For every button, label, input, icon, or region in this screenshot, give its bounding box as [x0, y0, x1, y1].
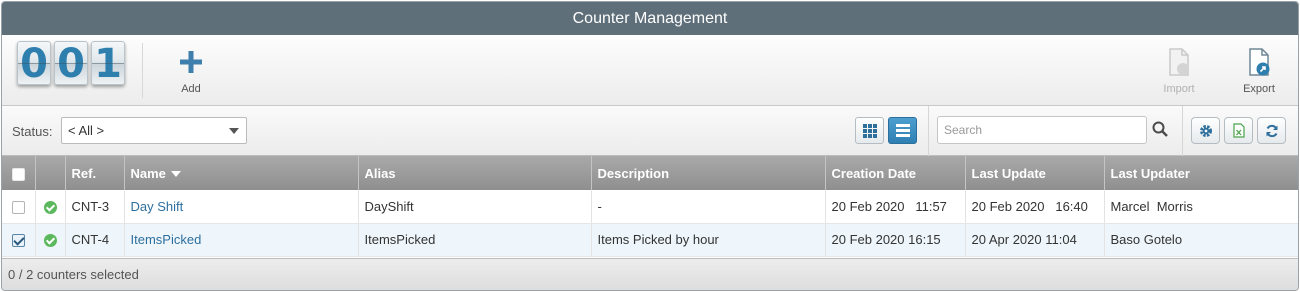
import-file-icon [1169, 48, 1189, 76]
grid-view-button[interactable] [855, 117, 884, 144]
row-checkbox[interactable] [11, 200, 25, 214]
window-title: Counter Management [2, 2, 1298, 35]
select-all-header[interactable] [2, 156, 36, 190]
table-row[interactable]: CNT-3 Day Shift DayShift - 20 Feb 2020 1… [2, 190, 1298, 224]
filter-divider [928, 106, 929, 156]
row-select-cell[interactable] [2, 223, 36, 257]
export-file-icon [1249, 48, 1270, 76]
counter-management-window: Counter Management 0 0 1 Add Import Expo… [1, 1, 1299, 291]
filter-bar: Status: < All > [2, 106, 1298, 156]
last-updater-cell: Baso Gotelo [1104, 223, 1298, 257]
status-filter-value: < All > [68, 123, 105, 138]
last-updater-cell: Marcel Morris [1104, 190, 1298, 224]
creation-date-column-header[interactable]: Creation Date [825, 156, 966, 190]
creation-date-cell: 20 Feb 2020 11:57 [825, 190, 966, 224]
sort-desc-icon [170, 171, 181, 178]
status-column-header [35, 156, 66, 190]
gear-icon [1199, 124, 1212, 137]
plus-icon [180, 51, 202, 73]
excel-export-button[interactable] [1224, 117, 1253, 144]
selection-status-bar: 0 / 2 counters selected [2, 258, 1298, 290]
chevron-down-icon [229, 128, 239, 134]
creation-date-cell: 20 Feb 2020 16:15 [825, 223, 966, 257]
description-cell: - [591, 190, 826, 224]
last-updater-column-header[interactable]: Last Updater [1104, 156, 1298, 190]
import-button[interactable]: Import [1149, 47, 1209, 95]
ref-header-label: Ref. [71, 165, 97, 181]
row-select-cell[interactable] [2, 190, 36, 224]
description-cell: Items Picked by hour [591, 223, 826, 257]
name-cell[interactable]: ItemsPicked [124, 223, 359, 257]
alias-cell: DayShift [358, 190, 592, 224]
excel-file-icon [1232, 123, 1245, 138]
description-column-header[interactable]: Description [591, 156, 826, 190]
search-icon[interactable] [1152, 121, 1168, 137]
counter-name-link[interactable]: ItemsPicked [131, 232, 202, 247]
name-cell[interactable]: Day Shift [124, 190, 359, 224]
list-view-button[interactable] [888, 117, 917, 144]
grid-icon [862, 123, 877, 138]
selection-count-text: 0 / 2 counters selected [8, 267, 139, 282]
toolbar-divider [142, 43, 143, 98]
logo-digit: 1 [91, 41, 125, 85]
add-label: Add [181, 83, 201, 95]
table-row[interactable]: CNT-4 ItemsPicked ItemsPicked Items Pick… [2, 223, 1298, 257]
last-update-column-header[interactable]: Last Update [965, 156, 1105, 190]
settings-button[interactable] [1191, 117, 1220, 144]
name-header-label: Name [130, 165, 166, 181]
last-update-cell: 20 Feb 2020 16:40 [965, 190, 1105, 224]
row-status-cell [35, 190, 66, 224]
add-button[interactable]: Add [161, 47, 221, 95]
refresh-icon [1266, 124, 1277, 137]
counter-logo: 0 0 1 [17, 41, 125, 85]
table-header-row: Ref. Name Alias Description Creation Dat… [2, 156, 1298, 190]
refresh-button[interactable] [1257, 117, 1286, 144]
list-icon [895, 124, 910, 137]
export-button[interactable]: Export [1229, 47, 1289, 95]
status-filter-label: Status: [12, 124, 53, 139]
toolbar: 0 0 1 Add Import Export [2, 35, 1298, 106]
counter-name-link[interactable]: Day Shift [131, 199, 184, 214]
logo-digit: 0 [17, 41, 51, 85]
select-all-checkbox[interactable] [11, 167, 25, 181]
search-input[interactable] [937, 116, 1147, 144]
alias-cell: ItemsPicked [358, 223, 592, 257]
last-update-cell: 20 Apr 2020 11:04 [965, 223, 1105, 257]
counters-table: Ref. Name Alias Description Creation Dat… [2, 156, 1298, 257]
check-circle-icon [43, 200, 57, 214]
row-status-cell [35, 223, 66, 257]
import-label: Import [1163, 83, 1195, 95]
name-column-header[interactable]: Name [124, 156, 359, 190]
logo-digit: 0 [54, 41, 88, 85]
alias-column-header[interactable]: Alias [358, 156, 592, 190]
export-label: Export [1243, 83, 1275, 95]
row-checkbox[interactable] [11, 234, 25, 248]
filter-divider [1182, 106, 1183, 156]
status-filter-select[interactable]: < All > [61, 117, 247, 144]
check-circle-icon [43, 234, 57, 248]
ref-cell: CNT-3 [65, 190, 125, 224]
ref-column-header[interactable]: Ref. [65, 156, 125, 190]
ref-cell: CNT-4 [65, 223, 125, 257]
